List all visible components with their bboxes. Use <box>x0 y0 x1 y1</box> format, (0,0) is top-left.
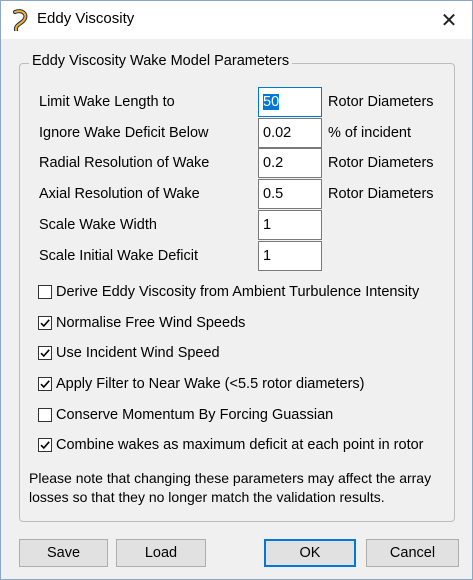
checkbox[interactable] <box>38 346 52 360</box>
checkbox[interactable] <box>38 316 52 330</box>
option-label: Conserve Momentum By Forcing Guassian <box>56 407 334 423</box>
eddy-viscosity-dialog: Eddy Viscosity ✕ Eddy Viscosity Wake Mod… <box>0 0 473 580</box>
axial-resolution-unit: Rotor Diameters <box>328 186 434 202</box>
window-title: Eddy Viscosity <box>37 10 135 27</box>
ignore-wake-deficit-label: Ignore Wake Deficit Below <box>39 125 209 141</box>
scale-initial-wake-deficit-label: Scale Initial Wake Deficit <box>39 248 199 264</box>
title-bar: Eddy Viscosity ✕ <box>1 1 472 39</box>
option-conserve-momentum[interactable]: Conserve Momentum By Forcing Guassian <box>38 407 333 423</box>
checkbox[interactable] <box>38 438 52 452</box>
option-derive-eddy-viscosity[interactable]: Derive Eddy Viscosity from Ambient Turbu… <box>38 284 419 300</box>
option-label: Derive Eddy Viscosity from Ambient Turbu… <box>56 284 420 300</box>
close-button[interactable]: ✕ <box>426 1 472 39</box>
limit-wake-length-label: Limit Wake Length to <box>39 94 175 110</box>
option-label: Apply Filter to Near Wake (<5.5 rotor di… <box>56 376 365 392</box>
option-label: Combine wakes as maximum deficit at each… <box>56 437 424 453</box>
option-combine-wakes-max-deficit[interactable]: Combine wakes as maximum deficit at each… <box>38 437 424 453</box>
scale-initial-wake-deficit-input[interactable] <box>258 241 322 271</box>
radial-resolution-unit: Rotor Diameters <box>328 155 434 171</box>
radial-resolution-label: Radial Resolution of Wake <box>39 155 210 171</box>
validation-note: Please note that changing these paramete… <box>29 470 432 505</box>
limit-wake-length-input[interactable]: 50 <box>258 87 322 117</box>
load-button[interactable]: Load <box>116 539 206 567</box>
scale-wake-width-input[interactable] <box>258 210 322 240</box>
checkmark-icon <box>40 380 50 389</box>
option-label: Normalise Free Wind Speeds <box>56 315 246 331</box>
checkmark-icon <box>40 349 50 358</box>
option-normalise-free-wind-speeds[interactable]: Normalise Free Wind Speeds <box>38 315 245 331</box>
axial-resolution-input[interactable] <box>258 179 322 209</box>
option-apply-filter-near-wake[interactable]: Apply Filter to Near Wake (<5.5 rotor di… <box>38 376 365 392</box>
app-logo-icon <box>13 9 28 31</box>
axial-resolution-label: Axial Resolution of Wake <box>39 186 200 202</box>
ignore-wake-deficit-input[interactable] <box>258 118 322 148</box>
close-icon: ✕ <box>440 9 458 32</box>
limit-wake-length-value: 50 <box>263 94 280 110</box>
ignore-wake-deficit-unit: % of incident <box>328 125 412 141</box>
scale-wake-width-label: Scale Wake Width <box>39 217 157 233</box>
ok-button[interactable]: OK <box>264 539 356 567</box>
checkmark-icon <box>40 319 50 328</box>
save-button[interactable]: Save <box>19 539 108 567</box>
radial-resolution-input[interactable] <box>258 148 322 178</box>
cancel-button[interactable]: Cancel <box>366 539 459 567</box>
checkbox[interactable] <box>38 377 52 391</box>
checkbox[interactable] <box>38 408 52 422</box>
option-use-incident-wind-speed[interactable]: Use Incident Wind Speed <box>38 345 220 361</box>
limit-wake-length-unit: Rotor Diameters <box>328 94 434 110</box>
checkmark-icon <box>40 441 50 450</box>
checkbox[interactable] <box>38 285 52 299</box>
group-title: Eddy Viscosity Wake Model Parameters <box>29 53 293 69</box>
option-label: Use Incident Wind Speed <box>56 345 220 361</box>
